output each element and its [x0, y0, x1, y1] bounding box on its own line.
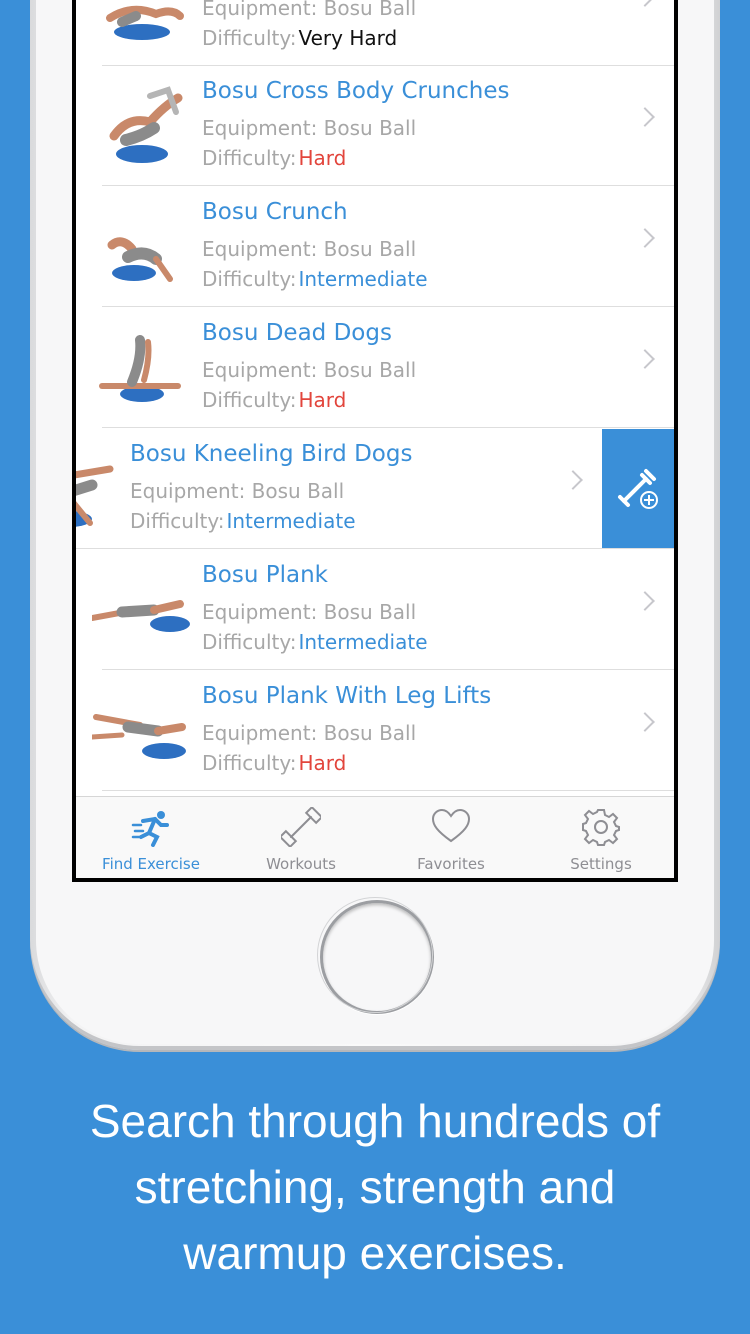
exercise-equipment: Equipment: Bosu Ball — [202, 600, 417, 624]
difficulty-label: Difficulty: — [130, 509, 225, 533]
difficulty-label: Difficulty: — [202, 630, 297, 654]
difficulty-value: Very Hard — [298, 26, 398, 50]
tab-workouts[interactable]: Workouts — [226, 797, 376, 878]
exercise-equipment: Equipment: Bosu Ball — [202, 237, 417, 261]
tab-settings[interactable]: Settings — [526, 797, 674, 878]
exercise-difficulty: Difficulty: Hard — [202, 388, 346, 412]
difficulty-label: Difficulty: — [202, 267, 297, 291]
exercise-row-swiped[interactable]: Bosu Kneeling Bird Dogs Equipment: Bosu … — [76, 429, 674, 549]
exercise-difficulty: Difficulty: Hard — [202, 751, 346, 775]
exercise-row[interactable]: Bosu Plank With Leg Lifts Equipment: Bos… — [76, 671, 674, 791]
running-person-icon — [131, 811, 169, 847]
tab-label: Favorites — [417, 855, 485, 873]
chevron-right-icon — [635, 712, 655, 732]
exercise-thumbnail — [107, 237, 173, 282]
chevron-right-icon — [563, 470, 583, 490]
row-divider — [102, 669, 674, 670]
tab-bar: Find Exercise Workouts Favorites Setting… — [76, 796, 674, 878]
difficulty-value: Hard — [298, 388, 347, 412]
chevron-right-icon — [635, 228, 655, 248]
exercise-list[interactable]: Equipment: Bosu Ball Difficulty: Very Har… — [76, 0, 674, 796]
add-to-workout-icon — [618, 469, 658, 509]
tab-label: Find Exercise — [102, 855, 200, 873]
exercise-equipment: Equipment: Bosu Ball — [202, 358, 417, 382]
exercise-title: Bosu Plank — [202, 562, 328, 588]
exercise-difficulty: Difficulty: Intermediate — [202, 267, 428, 291]
exercise-equipment: Equipment: Bosu Ball — [202, 721, 417, 745]
exercise-thumbnail — [92, 600, 190, 632]
tab-label: Settings — [570, 855, 632, 873]
difficulty-value: Intermediate — [226, 509, 356, 533]
difficulty-label: Difficulty: — [202, 26, 297, 50]
exercise-thumbnail — [109, 86, 183, 163]
exercise-thumbnail — [92, 714, 186, 759]
tab-find-exercise[interactable]: Find Exercise — [76, 797, 226, 878]
add-to-workout-button[interactable] — [602, 429, 674, 549]
home-button-ring — [317, 897, 433, 1013]
exercise-thumbnail — [99, 335, 181, 402]
dumbbell-icon — [281, 807, 321, 847]
exercise-row[interactable]: Bosu Crunch Equipment: Bosu Ball Difficu… — [76, 187, 674, 307]
exercise-difficulty: Difficulty: Intermediate — [130, 509, 356, 533]
exercise-title: Bosu Cross Body Crunches — [202, 78, 510, 104]
chevron-right-icon — [635, 591, 655, 611]
chevron-right-icon — [635, 0, 655, 7]
exercise-equipment: Equipment: Bosu Ball — [202, 116, 417, 140]
gear-icon — [582, 809, 620, 846]
difficulty-label: Difficulty: — [202, 146, 297, 170]
difficulty-value: Hard — [298, 751, 347, 775]
row-divider — [102, 427, 674, 428]
heart-icon — [431, 808, 471, 843]
difficulty-value: Intermediate — [298, 630, 428, 654]
row-divider — [102, 185, 674, 186]
difficulty-value: Intermediate — [298, 267, 428, 291]
exercise-difficulty: Difficulty: Intermediate — [202, 630, 428, 654]
chevron-right-icon — [635, 107, 655, 127]
exercise-thumbnail — [106, 5, 184, 40]
exercise-row[interactable]: Bosu Dead Dogs Equipment: Bosu Ball Diff… — [76, 308, 674, 428]
exercise-title: Bosu Crunch — [202, 199, 348, 225]
row-divider — [102, 790, 674, 791]
promo-caption: Search through hundreds of stretching, s… — [0, 1088, 750, 1286]
home-button[interactable] — [317, 897, 434, 1014]
difficulty-label: Difficulty: — [202, 751, 297, 775]
tab-label: Workouts — [266, 855, 336, 873]
exercise-row[interactable]: Equipment: Bosu Ball Difficulty: Very Har… — [76, 0, 674, 66]
exercise-row[interactable]: Bosu Cross Body Crunches Equipment: Bosu… — [76, 66, 674, 186]
exercise-thumbnail — [76, 465, 114, 527]
difficulty-label: Difficulty: — [202, 388, 297, 412]
caption-line: stretching, strength and — [134, 1161, 616, 1213]
row-content[interactable]: Bosu Kneeling Bird Dogs Equipment: Bosu … — [76, 429, 602, 549]
chevron-right-icon — [635, 349, 655, 369]
row-divider — [102, 306, 674, 307]
row-divider — [76, 548, 674, 549]
exercise-title: Bosu Kneeling Bird Dogs — [130, 441, 413, 467]
exercise-difficulty: Difficulty: Hard — [202, 146, 346, 170]
exercise-difficulty: Difficulty: Very Hard — [202, 26, 397, 50]
exercise-row[interactable]: Bosu Plank Equipment: Bosu Ball Difficul… — [76, 550, 674, 670]
difficulty-value: Hard — [298, 146, 347, 170]
exercise-equipment: Equipment: Bosu Ball — [202, 0, 417, 20]
phone-screen: Equipment: Bosu Ball Difficulty: Very Har… — [72, 0, 678, 882]
caption-line: Search through hundreds of — [89, 1095, 661, 1147]
exercise-title: Bosu Dead Dogs — [202, 320, 392, 346]
exercise-equipment: Equipment: Bosu Ball — [130, 479, 345, 503]
tab-favorites[interactable]: Favorites — [376, 797, 526, 878]
app-screen: Equipment: Bosu Ball Difficulty: Very Har… — [76, 0, 674, 878]
caption-line: warmup exercises. — [183, 1227, 567, 1279]
exercise-title: Bosu Plank With Leg Lifts — [202, 683, 492, 709]
